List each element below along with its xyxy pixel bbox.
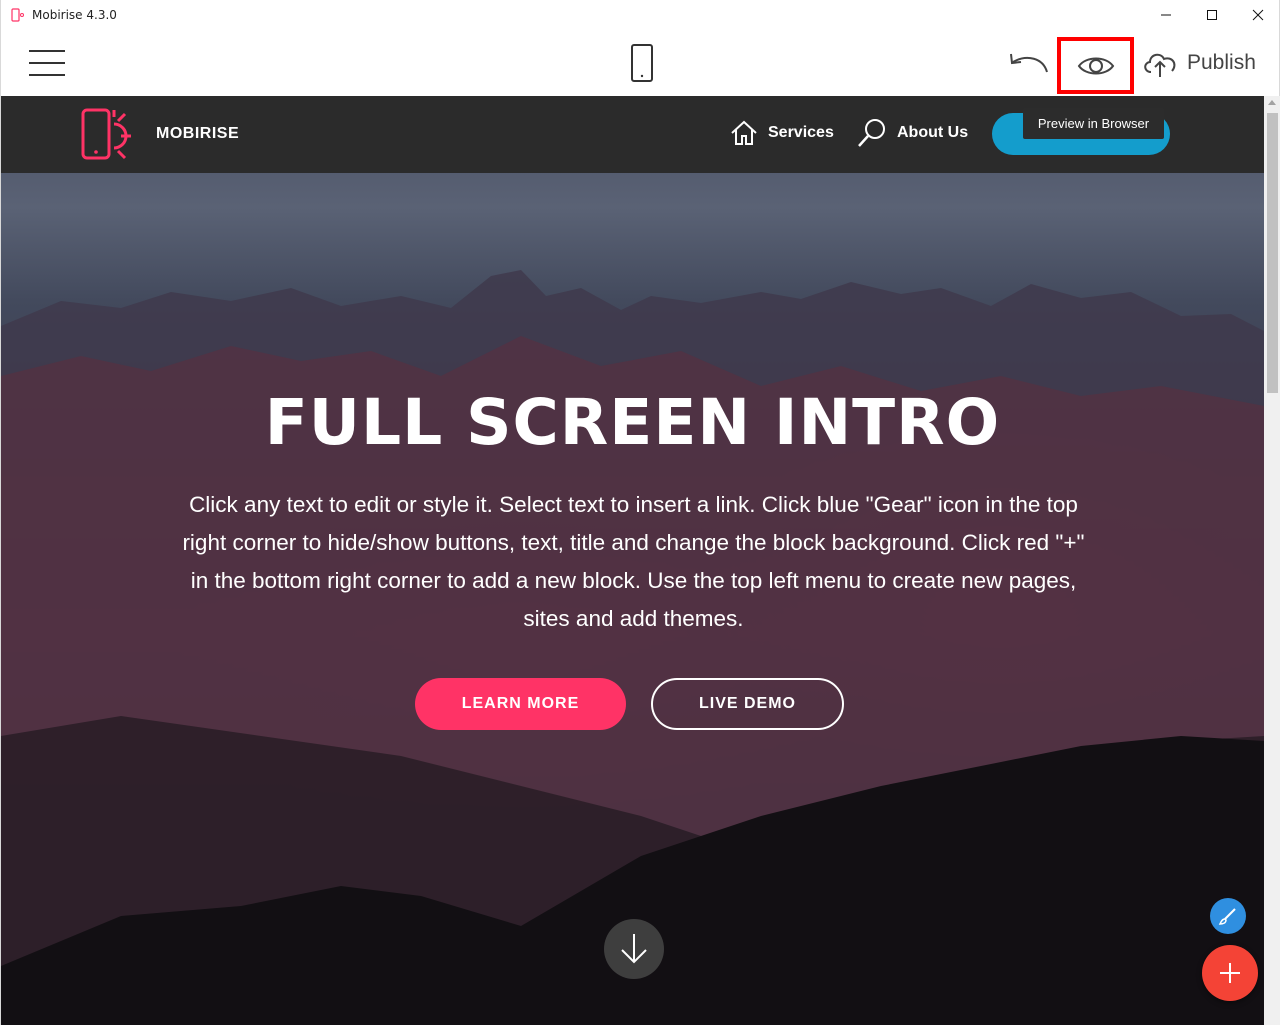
mobirise-app-icon — [11, 8, 24, 22]
edit-styles-button[interactable] — [1210, 898, 1246, 934]
undo-icon[interactable] — [1007, 48, 1049, 76]
minimize-icon — [1161, 14, 1171, 16]
nav-label: Services — [768, 124, 834, 141]
hero-description[interactable]: Click any text to edit or style it. Sele… — [182, 486, 1085, 638]
mobile-phone-icon[interactable] — [629, 44, 655, 82]
nav-item-services[interactable]: Services — [730, 118, 834, 148]
canvas-scrollbar[interactable] — [1264, 96, 1280, 1025]
main-menu-button[interactable] — [29, 50, 65, 76]
preview-tooltip: Preview in Browser — [1023, 108, 1164, 139]
editor-toolbar: Publish — [0, 30, 1280, 96]
close-icon — [1252, 9, 1264, 21]
plus-icon — [1220, 963, 1240, 983]
phone-sun-logo[interactable] — [81, 108, 143, 162]
editor-canvas: FULL SCREEN INTRO Click any text to edit… — [0, 96, 1280, 1025]
window-title-bar: Mobirise 4.3.0 — [0, 0, 1280, 30]
minimize-button[interactable] — [1143, 0, 1189, 30]
scrollbar-thumb[interactable] — [1267, 113, 1278, 393]
hamburger-icon-line — [29, 62, 65, 64]
scroll-down-button[interactable] — [604, 919, 664, 979]
maximize-icon — [1207, 10, 1217, 20]
hero-title[interactable]: FULL SCREEN INTRO — [1, 386, 1264, 459]
nav-item-about-us[interactable]: About Us — [857, 118, 968, 148]
nav-label: About Us — [897, 124, 969, 141]
arrow-down-icon — [621, 934, 647, 964]
home-icon — [731, 120, 757, 145]
cloud-upload-icon — [1144, 53, 1176, 77]
publish-button[interactable]: Publish — [1141, 44, 1266, 82]
learn-more-button[interactable]: LEARN MORE — [415, 678, 626, 730]
live-demo-button[interactable]: LIVE DEMO — [651, 678, 844, 730]
brush-icon — [1218, 908, 1236, 925]
window-title: Mobirise 4.3.0 — [32, 8, 117, 22]
add-block-button[interactable] — [1202, 945, 1258, 1001]
eye-icon — [1077, 57, 1114, 74]
scroll-up-arrow-icon[interactable] — [1268, 100, 1276, 105]
hamburger-icon-line — [29, 50, 65, 52]
publish-label: Publish — [1187, 51, 1256, 74]
maximize-button[interactable] — [1189, 0, 1235, 30]
preview-button[interactable] — [1057, 37, 1134, 94]
site-brand[interactable]: MOBIRISE — [156, 125, 239, 143]
close-button[interactable] — [1235, 0, 1280, 30]
search-icon — [858, 119, 885, 147]
hamburger-icon-line — [29, 74, 65, 76]
hero-section: FULL SCREEN INTRO Click any text to edit… — [1, 96, 1264, 1025]
